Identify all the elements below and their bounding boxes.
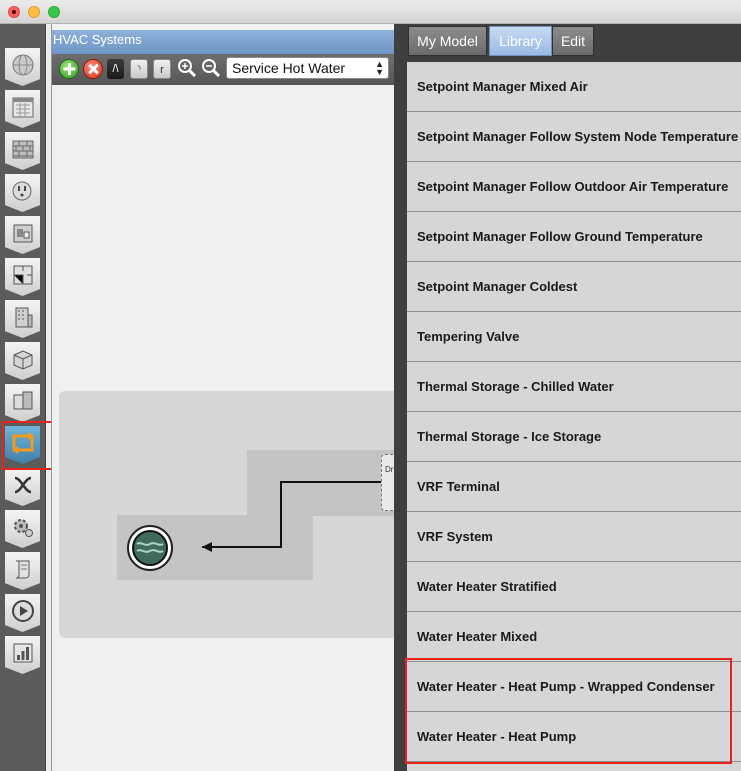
heat-pump-items-highlight <box>405 658 732 764</box>
floorplan-icon <box>13 265 33 285</box>
scroll-icon <box>15 560 30 579</box>
loop-select[interactable]: Service Hot Water ▲ ▼ <box>226 57 389 79</box>
cubes-icon <box>13 391 33 410</box>
space-types-icon <box>13 224 33 243</box>
list-item[interactable]: Setpoint Manager Follow Outdoor Air Temp… <box>407 162 741 212</box>
list-item[interactable]: Water Heater Stratified <box>407 562 741 612</box>
calendar-icon <box>12 97 34 118</box>
list-item[interactable]: VRF System <box>407 512 741 562</box>
list-item[interactable]: Setpoint Manager Coldest <box>407 262 741 312</box>
nav-variables[interactable] <box>5 468 40 506</box>
nav-space-types[interactable] <box>5 216 40 254</box>
building-icon <box>15 307 33 328</box>
outlet-icon <box>12 181 32 201</box>
nav-simulation-settings[interactable] <box>5 510 40 548</box>
minimize-window-button[interactable] <box>28 6 40 18</box>
brick-wall-icon <box>12 140 34 159</box>
list-item[interactable]: Setpoint Manager Mixed Air <box>407 62 741 112</box>
water-heater-node[interactable] <box>127 525 173 571</box>
list-item[interactable]: Thermal Storage - Ice Storage <box>407 412 741 462</box>
tab-edit[interactable]: Edit <box>552 26 594 56</box>
tab-my-model[interactable]: My Model <box>408 26 487 56</box>
list-item[interactable]: Tempering Valve <box>407 312 741 362</box>
list-item[interactable]: Thermal Storage - Chilled Water <box>407 362 741 412</box>
layout-view-button[interactable]: /\ <box>107 59 124 79</box>
control-view-button[interactable]: ⸃ <box>130 59 148 79</box>
list-item[interactable]: Setpoint Manager Follow System Node Temp… <box>407 112 741 162</box>
close-window-button[interactable] <box>8 6 20 18</box>
list-item[interactable]: Setpoint Manager Follow Ground Temperatu… <box>407 212 741 262</box>
list-item[interactable]: VRF Terminal <box>407 462 741 512</box>
hvac-systems-panel: HVAC Systems /\ ⸃ r Service Hot Water ▲ ▼… <box>51 24 402 771</box>
refrigeration-view-button[interactable]: r <box>153 59 171 79</box>
water-tank-icon <box>132 530 168 566</box>
remove-loop-button[interactable] <box>83 59 103 79</box>
loop-select-value: Service Hot Water <box>232 60 346 76</box>
tab-library[interactable]: Library <box>489 26 552 56</box>
add-loop-button[interactable] <box>59 59 79 79</box>
zoom-out-icon[interactable] <box>201 58 221 80</box>
nav-site[interactable] <box>5 48 40 86</box>
hvac-toolbar: /\ ⸃ r Service Hot Water ▲ ▼ <box>52 54 395 85</box>
chart-icon <box>13 643 33 663</box>
nav-run-simulation[interactable] <box>5 594 40 632</box>
gears-icon <box>14 519 33 537</box>
maximize-window-button[interactable] <box>48 6 60 18</box>
hvac-nav-highlight <box>2 421 53 470</box>
nav-schedules[interactable] <box>5 90 40 128</box>
nav-loads[interactable] <box>5 174 40 212</box>
main-nav <box>0 24 46 771</box>
panel-title: HVAC Systems <box>52 30 395 54</box>
nav-results[interactable] <box>5 636 40 674</box>
play-icon <box>12 600 34 622</box>
loop-canvas[interactable]: Dr <box>52 85 395 771</box>
nav-thermal-zones[interactable] <box>5 384 40 422</box>
variable-x-icon <box>14 476 32 494</box>
list-item[interactable]: Water Heater Mixed <box>407 612 741 662</box>
nav-facility[interactable] <box>5 300 40 338</box>
globe-icon <box>12 54 34 76</box>
nav-spaces[interactable] <box>5 342 40 380</box>
zoom-in-icon[interactable] <box>177 58 197 80</box>
nav-geometry[interactable] <box>5 258 40 296</box>
select-arrows-icon: ▲ ▼ <box>375 59 384 77</box>
library-tabs: My Model Library Edit <box>394 24 741 56</box>
window-titlebar <box>0 0 741 24</box>
loop-pipes <box>202 481 381 552</box>
box-icon <box>13 350 33 370</box>
nav-constructions[interactable] <box>5 132 40 170</box>
nav-measures[interactable] <box>5 552 40 590</box>
